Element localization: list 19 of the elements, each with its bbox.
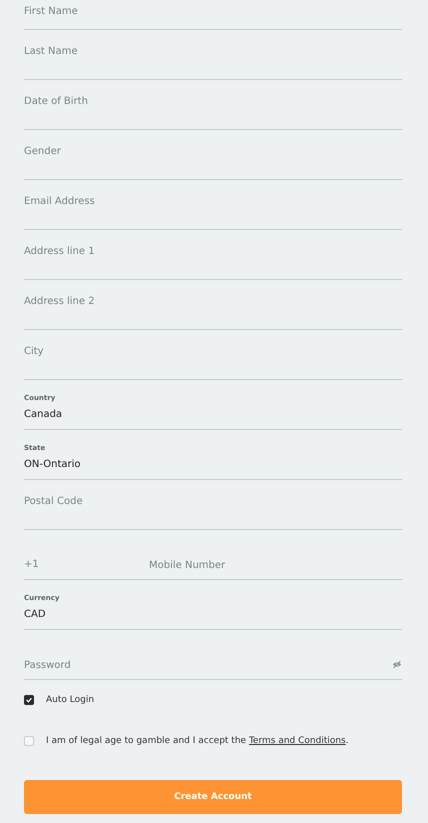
text-field[interactable]: Email Address (24, 180, 402, 222)
phone-field[interactable]: Mobile Number (149, 558, 402, 572)
field-value: CAD (24, 608, 47, 622)
password-field[interactable]: Password (24, 658, 392, 672)
terms-link[interactable]: Terms and Conditions (248, 736, 346, 746)
text-field[interactable]: Gender (24, 130, 402, 172)
text-field[interactable]: Last Name (24, 30, 402, 72)
field-value: Canada (24, 408, 64, 422)
text-field[interactable]: Address line 2 (24, 280, 402, 322)
text-field[interactable]: First Name (24, 0, 402, 22)
text-field[interactable]: Address line 1 (24, 230, 402, 272)
text-field[interactable]: Date of Birth (24, 80, 402, 122)
field-value: ON-Ontario (24, 458, 82, 472)
checkbox[interactable] (24, 695, 34, 705)
checkbox-label: I am of legal age to gamble and I accept the Terms and Conditions. (46, 736, 349, 746)
checkbox-label: Auto Login (46, 695, 94, 705)
eye-hidden-icon[interactable] (392, 660, 402, 669)
text-field[interactable]: City (24, 330, 402, 372)
text-field[interactable]: Postal Code (24, 480, 402, 522)
